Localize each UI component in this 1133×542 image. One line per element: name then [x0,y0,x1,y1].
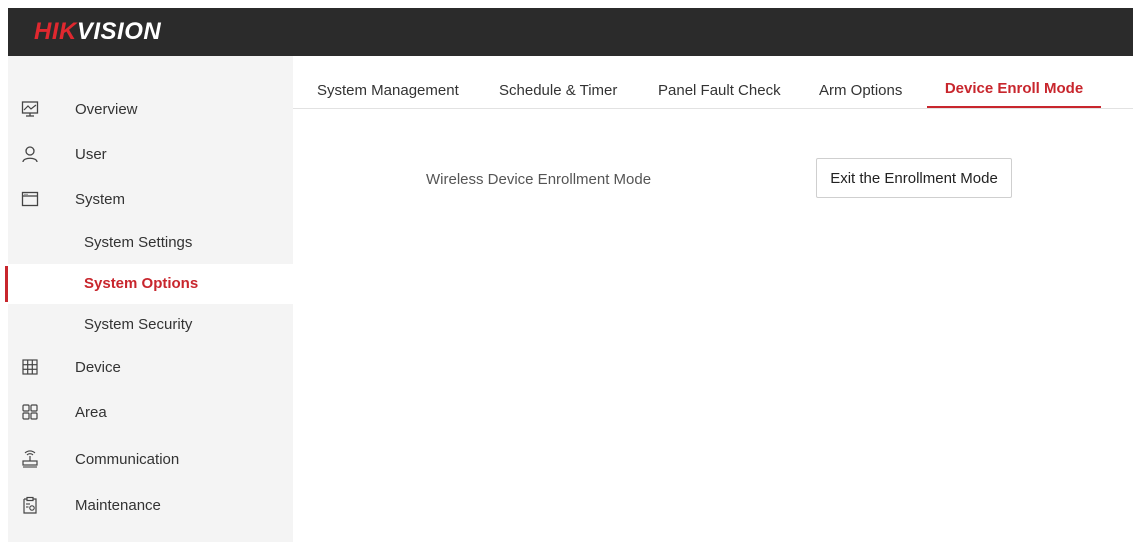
sidebar-item-system[interactable]: System [8,179,293,219]
tab-schedule-timer[interactable]: Schedule & Timer [499,76,617,108]
clipboard-gear-icon [21,496,39,514]
sidebar-item-label: Maintenance [75,496,161,514]
tab-device-enroll-mode[interactable]: Device Enroll Mode [927,76,1101,108]
tab-system-management[interactable]: System Management [317,76,459,108]
sidebar-item-area[interactable]: Area [8,392,293,432]
logo-text-hik: HIK [34,18,77,45]
top-header: HIKVISION [8,8,1133,56]
area-grid-icon [21,403,39,421]
sidebar-subitem-label: System Security [84,316,193,333]
tab-bar: System Management Schedule & Timer Panel… [293,76,1133,109]
sidebar: Overview User System System Settings Sys… [5,56,293,542]
sidebar-item-overview[interactable]: Overview [8,89,293,129]
sidebar-item-label: Communication [75,450,180,468]
router-icon [21,450,39,468]
tab-panel-fault-check[interactable]: Panel Fault Check [658,76,781,108]
sidebar-item-user[interactable]: User [8,134,293,174]
user-icon [21,145,39,163]
sidebar-item-communication[interactable]: Communication [8,439,293,479]
sidebar-item-label: User [75,145,107,163]
sidebar-item-label: Overview [75,100,138,118]
sidebar-subitem-label: System Settings [84,234,193,251]
sidebar-item-maintenance[interactable]: Maintenance [8,485,293,525]
sidebar-subitem-label: System Options [84,275,199,292]
sidebar-subitem-system-settings[interactable]: System Settings [8,223,293,263]
hikvision-logo: HIKVISION [34,18,161,46]
logo-text-vision: VISION [76,18,162,45]
sidebar-item-label: Device [75,358,121,376]
wireless-enrollment-label: Wireless Device Enrollment Mode [426,171,652,188]
sidebar-item-label: System [75,190,126,208]
window-icon [21,190,39,208]
exit-enrollment-mode-button[interactable]: Exit the Enrollment Mode [816,158,1012,198]
sidebar-subitem-system-security[interactable]: System Security [8,305,293,345]
active-indicator [5,266,8,302]
device-grid-icon [21,358,39,376]
sidebar-item-label: Area [75,403,107,421]
tab-arm-options[interactable]: Arm Options [819,76,902,108]
sidebar-item-device[interactable]: Device [8,347,293,387]
monitor-icon [21,100,39,118]
main-content: System Management Schedule & Timer Panel… [293,56,1133,542]
sidebar-subitem-system-options[interactable]: System Options [5,264,293,304]
